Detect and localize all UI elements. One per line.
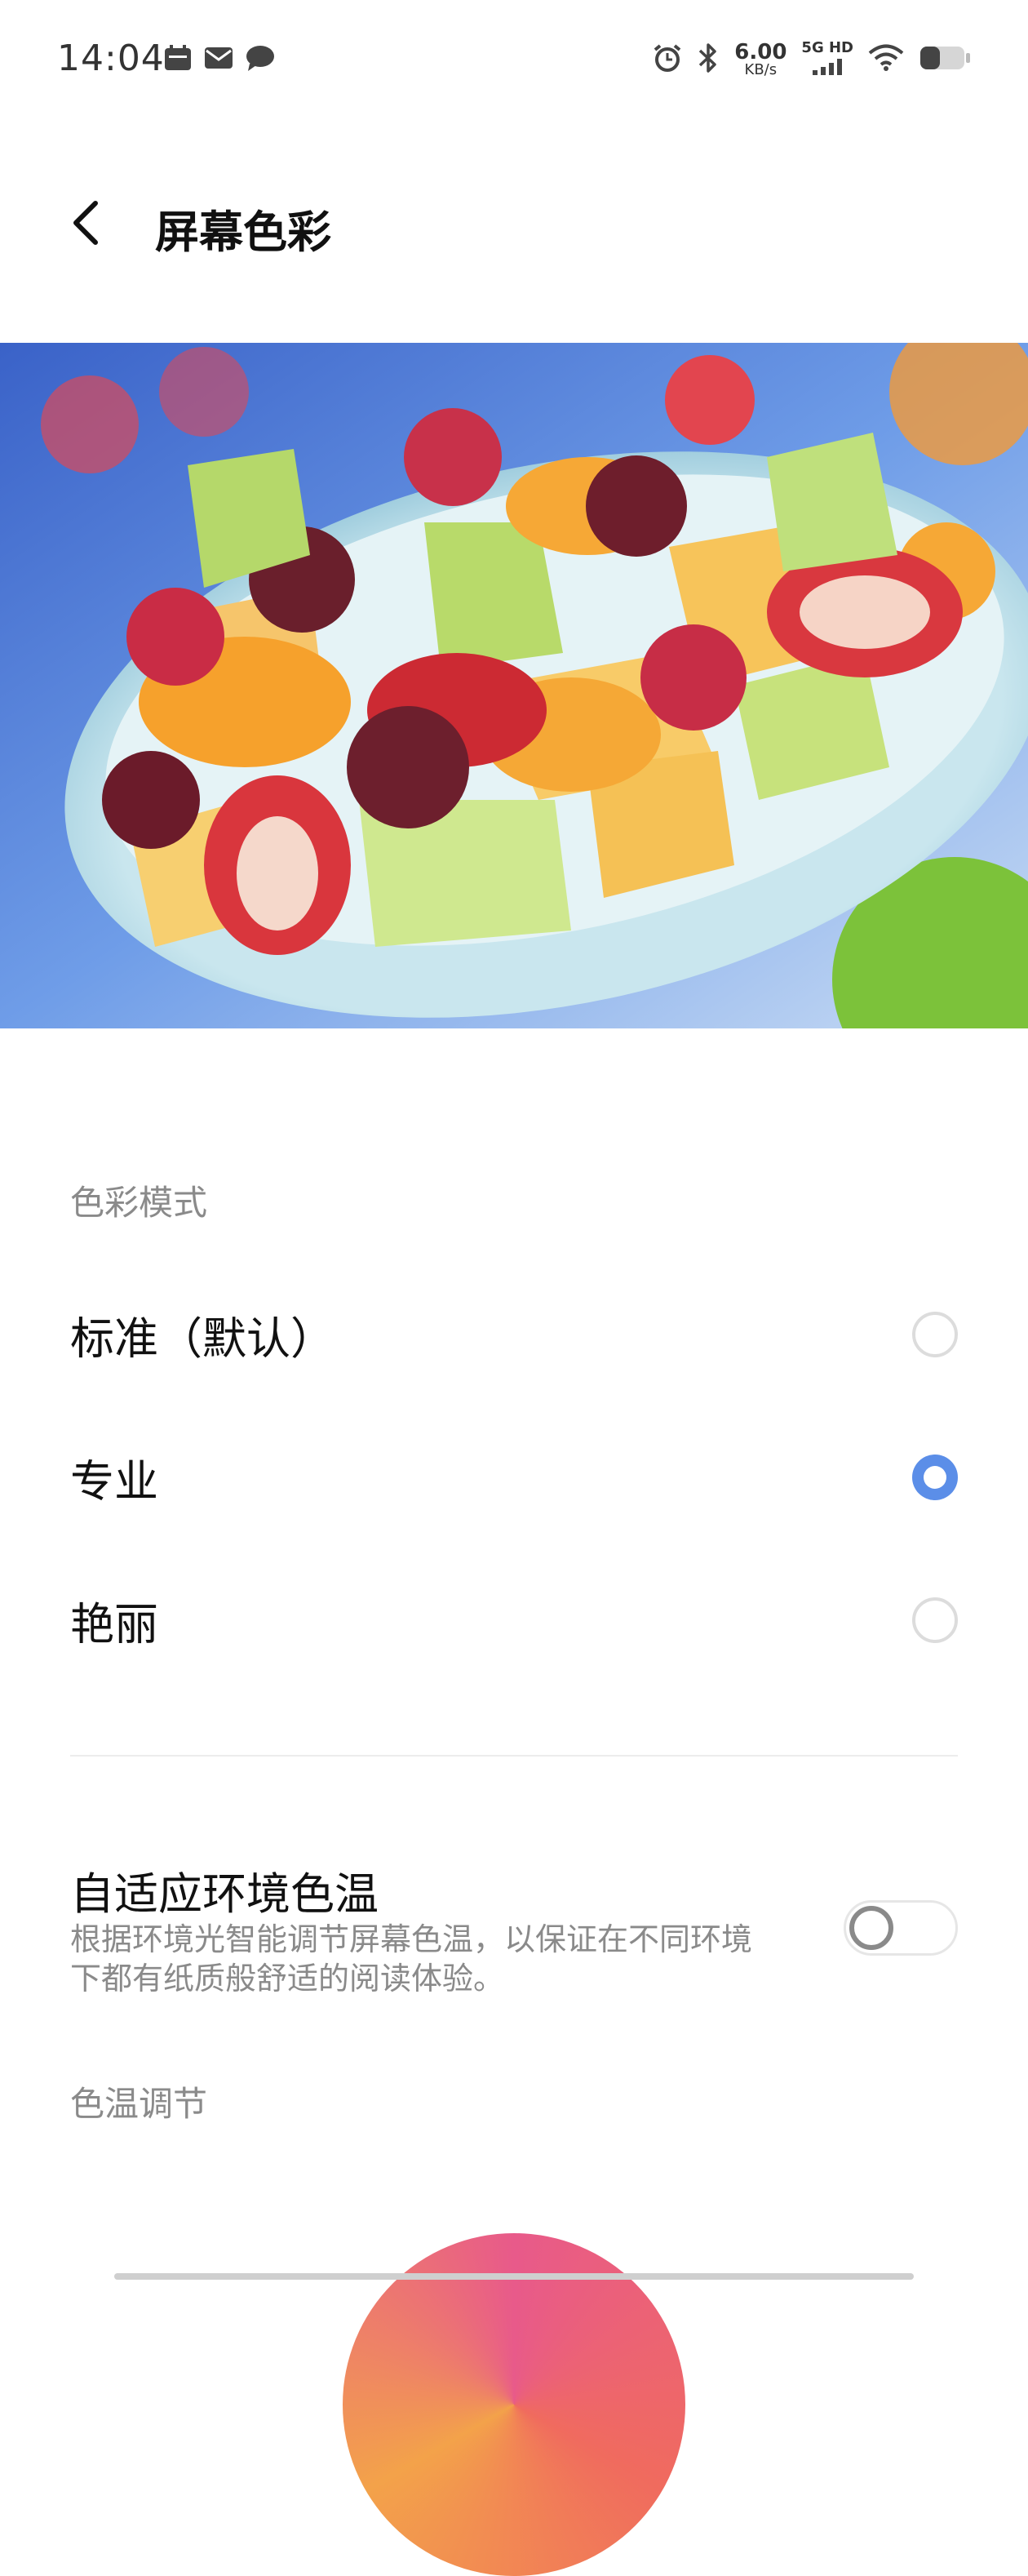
network-speed-value: 6.00 — [734, 40, 787, 64]
bluetooth-icon — [697, 42, 720, 77]
section-divider — [70, 1755, 958, 1757]
chevron-left-icon — [69, 198, 102, 251]
toggle-knob — [849, 1906, 893, 1950]
radio-button-professional[interactable] — [912, 1455, 958, 1500]
network-speed-unit: KB/s — [744, 61, 778, 78]
color-temp-wheel[interactable] — [343, 2233, 685, 2576]
radio-button-standard[interactable] — [912, 1312, 958, 1357]
radio-button-vivid[interactable] — [912, 1597, 958, 1643]
color-preview-image — [0, 343, 1028, 1028]
color-mode-option-vivid[interactable]: 艳丽 — [0, 1555, 1028, 1686]
page-title: 屏幕色彩 — [155, 207, 331, 258]
color-mode-option-standard[interactable]: 标准（默认） — [0, 1269, 1028, 1400]
adaptive-color-temp-title: 自适应环境色温 — [70, 1868, 379, 1920]
option-label: 标准（默认） — [70, 1312, 335, 1365]
app-header: 屏幕色彩 — [0, 163, 1028, 286]
signal-icon — [811, 59, 844, 78]
network-speed: 6.00 KB/s — [734, 42, 787, 78]
calendar-icon — [163, 44, 193, 75]
adaptive-color-temp-toggle[interactable] — [844, 1900, 958, 1956]
color-temp-section-label: 色温调节 — [70, 2084, 208, 2124]
alarm-icon — [653, 43, 682, 76]
status-bar: 14:04 6.00 KB/s 5G HD — [0, 0, 1028, 122]
fruit-salad-preview — [0, 343, 1028, 1028]
color-mode-section-label: 色彩模式 — [70, 1183, 208, 1223]
home-indicator[interactable] — [114, 2273, 914, 2280]
option-label: 艳丽 — [70, 1598, 158, 1650]
chat-icon — [245, 44, 276, 75]
wifi-icon — [868, 44, 904, 75]
network-type: 5G HD — [801, 39, 853, 56]
system-status: 6.00 KB/s 5G HD — [653, 41, 971, 78]
mail-icon — [204, 46, 233, 73]
notification-icons — [163, 44, 276, 75]
back-button[interactable] — [57, 196, 114, 253]
color-mode-option-professional[interactable]: 专业 — [0, 1412, 1028, 1543]
battery-icon — [919, 45, 971, 74]
option-label: 专业 — [70, 1455, 158, 1508]
adaptive-color-temp-description: 根据环境光智能调节屏幕色温，以保证在不同环境下都有纸质般舒适的阅读体验。 — [70, 1921, 753, 1996]
status-time: 14:04 — [57, 38, 165, 79]
cellular-status: 5G HD — [801, 41, 853, 78]
